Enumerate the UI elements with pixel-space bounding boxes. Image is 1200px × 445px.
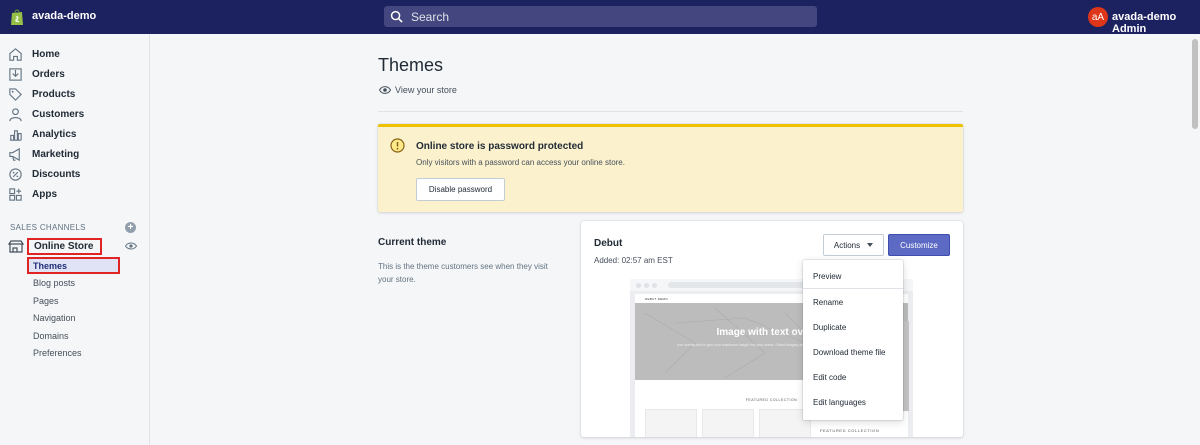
sidebar-item-analytics[interactable]: Analytics (8, 125, 76, 143)
sidebar-subitem-pages[interactable]: Pages (33, 296, 59, 306)
sidebar-item-label: Home (32, 48, 60, 60)
divider (378, 111, 963, 112)
sales-channels-heading: SALES CHANNELS (10, 223, 86, 232)
sidebar-subitem-blog-posts[interactable]: Blog posts (33, 278, 75, 288)
top-bar: avada-demo aA avada-demo Admin (0, 0, 1200, 35)
actions-dropdown-menu: Preview Rename Duplicate Download theme … (803, 260, 903, 420)
menu-item-preview[interactable]: Preview (813, 272, 841, 281)
sidebar-subitem-navigation[interactable]: Navigation (33, 313, 76, 323)
password-banner: Online store is password protected Only … (378, 124, 963, 212)
sidebar-item-apps[interactable]: Apps (8, 185, 57, 203)
preview-scrollbar (903, 321, 909, 411)
sidebar-item-label: Orders (32, 68, 65, 80)
orders-icon (9, 67, 22, 81)
sidebar-subitem-themes-label[interactable]: Themes (33, 261, 67, 271)
store-name[interactable]: avada-demo (32, 10, 96, 22)
actions-button[interactable]: Actions (823, 234, 884, 256)
warning-icon (390, 138, 405, 153)
sidebar-item-online-store[interactable]: Online Store (8, 237, 102, 255)
banner-text: Only visitors with a password can access… (416, 158, 625, 167)
preview-brand: DEBUT DEMO (645, 297, 668, 301)
customize-button[interactable]: Customize (888, 234, 950, 256)
person-icon (9, 107, 22, 121)
search-input[interactable] (411, 9, 791, 24)
page-title: Themes (378, 55, 444, 75)
sidebar-subitem-domains[interactable]: Domains (33, 331, 69, 341)
preview-product-tile (645, 409, 697, 437)
apps-icon (9, 187, 22, 201)
sidebar-item-discounts[interactable]: Discounts (8, 165, 80, 183)
theme-added-date: Added: 02:57 am EST (594, 256, 673, 265)
theme-name: Debut (594, 238, 623, 249)
sidebar-item-label: Analytics (32, 128, 77, 140)
page-scrollbar[interactable] (1190, 34, 1200, 445)
sidebar-item-label: Marketing (32, 148, 80, 160)
search-bar[interactable] (384, 6, 817, 27)
sidebar-item-label: Apps (32, 188, 57, 200)
actions-label: Actions (833, 240, 861, 250)
current-theme-heading: Current theme (378, 237, 447, 248)
menu-item-rename[interactable]: Rename (813, 298, 843, 307)
view-store-eye-icon[interactable] (125, 242, 137, 250)
caret-down-icon (867, 243, 874, 247)
user-name[interactable]: avada-demo Admin (1112, 11, 1200, 35)
sidebar-subitem-preferences[interactable]: Preferences (33, 348, 82, 358)
store-icon (8, 239, 24, 253)
sidebar-item-label: Customers (32, 108, 85, 120)
view-store-label: View your store (395, 85, 457, 95)
window-dot (652, 283, 657, 288)
view-store-link[interactable]: View your store (379, 85, 457, 95)
menu-item-edit-languages[interactable]: Edit languages (813, 398, 866, 407)
current-theme-description: This is the theme customers see when the… (378, 262, 548, 284)
window-dot (636, 283, 641, 288)
menu-divider (803, 288, 903, 289)
discount-icon (9, 167, 22, 181)
window-dot (644, 283, 649, 288)
preview-product-tile (702, 409, 754, 437)
sidebar-item-products[interactable]: Products (8, 85, 75, 103)
sidebar-item-marketing[interactable]: Marketing (8, 145, 79, 163)
search-icon (390, 10, 403, 23)
page-scrollbar-thumb[interactable] (1192, 39, 1198, 129)
disable-password-button[interactable]: Disable password (416, 178, 505, 201)
tag-icon (9, 87, 22, 101)
banner-title: Online store is password protected (416, 141, 584, 152)
online-store-label: Online Store (27, 237, 102, 255)
menu-item-duplicate[interactable]: Duplicate (813, 323, 846, 332)
sidebar: Home Orders Products Customers Analytics… (0, 34, 150, 445)
sidebar-item-label: Discounts (32, 168, 81, 180)
menu-item-download-theme-file[interactable]: Download theme file (813, 348, 885, 357)
sidebar-item-customers[interactable]: Customers (8, 105, 84, 123)
sidebar-item-home[interactable]: Home (8, 45, 60, 63)
megaphone-icon (9, 147, 20, 161)
sidebar-item-orders[interactable]: Orders (8, 65, 65, 83)
shopify-bag-icon[interactable] (10, 8, 24, 26)
home-icon (9, 47, 22, 61)
menu-item-edit-code[interactable]: Edit code (813, 373, 846, 382)
sidebar-item-label: Products (32, 88, 76, 100)
avatar[interactable]: aA (1088, 7, 1108, 27)
add-channel-icon[interactable]: + (125, 222, 136, 233)
eye-icon (379, 86, 391, 94)
featured-collection-peek: FEATURED COLLECTION (820, 428, 880, 433)
bar-chart-icon (9, 129, 22, 141)
